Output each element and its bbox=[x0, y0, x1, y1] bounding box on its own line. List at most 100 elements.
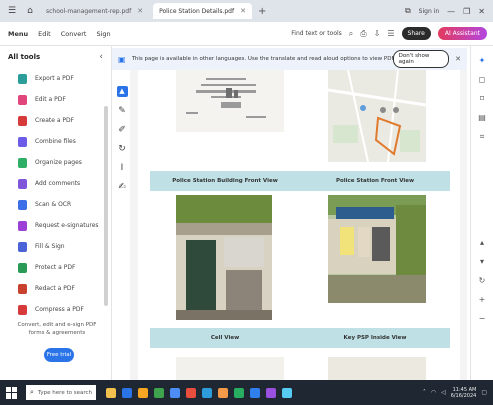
system-tray: ˄ ◠ ◁ 11:45 AM 6/16/2024 ▢ bbox=[423, 387, 493, 399]
tool-item[interactable]: Combine files bbox=[0, 131, 111, 152]
taskbar-search-input[interactable]: ⌕ Type here to search bbox=[26, 385, 96, 400]
promo-text: Convert, edit and e-sign PDF forms & agr… bbox=[17, 322, 97, 336]
caption-inside-view: Key PSP Inside View bbox=[300, 328, 450, 348]
workspaces-icon[interactable]: ⌂ bbox=[24, 5, 36, 17]
bookmark-icon[interactable]: ⌑ bbox=[480, 94, 484, 103]
tool-item[interactable]: Redact a PDF bbox=[0, 278, 111, 299]
sign-in-button[interactable]: Sign in bbox=[419, 8, 439, 15]
panel-title: All tools bbox=[8, 53, 41, 61]
info-icon: ▣ bbox=[118, 54, 126, 64]
search-icon[interactable]: ⌕ bbox=[349, 29, 353, 39]
menu-convert[interactable]: Convert bbox=[61, 30, 87, 38]
tool-item[interactable]: Protect a PDF bbox=[0, 257, 111, 278]
minimize-button[interactable]: — bbox=[447, 7, 455, 16]
taskbar-app-icon[interactable] bbox=[122, 387, 132, 398]
comment-icon[interactable]: ◻ bbox=[479, 75, 486, 84]
new-tab-button[interactable]: + bbox=[258, 6, 266, 17]
taskbar-app-icon[interactable] bbox=[186, 387, 196, 398]
tool-icon bbox=[18, 157, 27, 168]
tool-item[interactable]: Fill & Sign bbox=[0, 236, 111, 257]
taskbar-app-icon[interactable] bbox=[138, 387, 148, 398]
draw-tool-icon[interactable]: ↻ bbox=[118, 144, 126, 154]
volume-icon[interactable]: ◁ bbox=[441, 389, 446, 396]
page-up-icon[interactable]: ▴ bbox=[480, 238, 484, 247]
tool-label: Add comments bbox=[35, 180, 81, 187]
tool-item[interactable]: Add comments bbox=[0, 173, 111, 194]
tool-label: Export a PDF bbox=[35, 75, 74, 82]
taskbar-app-icon[interactable] bbox=[154, 387, 164, 398]
caption-cell-view: Cell View bbox=[150, 328, 300, 348]
taskbar-app-icon[interactable] bbox=[266, 387, 276, 398]
panel-header: All tools ‹ bbox=[0, 46, 111, 68]
tool-label: Protect a PDF bbox=[35, 264, 76, 271]
zoom-in-icon[interactable]: + bbox=[479, 295, 486, 304]
text-tool-icon[interactable]: Ⅰ bbox=[121, 163, 124, 173]
taskbar-app-icon[interactable] bbox=[202, 387, 212, 398]
tool-item[interactable]: Request e-signatures bbox=[0, 215, 111, 236]
collapse-panel-icon[interactable]: ‹ bbox=[99, 52, 103, 62]
tool-icon bbox=[18, 136, 27, 147]
free-trial-button[interactable]: Free trial bbox=[44, 348, 74, 362]
panel-scrollbar[interactable] bbox=[104, 106, 108, 306]
tool-item[interactable]: Edit a PDF bbox=[0, 89, 111, 110]
chevron-up-icon[interactable]: ˄ bbox=[423, 389, 426, 396]
page-down-icon[interactable]: ▾ bbox=[480, 257, 484, 266]
tool-item[interactable]: Export a PDF bbox=[0, 68, 111, 89]
highlight-tool-icon[interactable]: ✐ bbox=[118, 125, 126, 135]
network-icon[interactable]: ◠ bbox=[431, 389, 436, 396]
menu-edit[interactable]: Edit bbox=[38, 30, 51, 38]
partial-photo-right bbox=[328, 357, 426, 380]
find-text-button[interactable]: Find text or tools bbox=[291, 30, 341, 37]
clock-date: 6/16/2024 bbox=[450, 392, 477, 399]
tool-icon bbox=[18, 73, 27, 84]
tab-school-report[interactable]: school-management-rep.pdf ✕ bbox=[40, 3, 149, 19]
tool-item[interactable]: Scan & OCR bbox=[0, 194, 111, 215]
dont-show-again-button[interactable]: Don't show again bbox=[392, 50, 450, 68]
menu-main[interactable]: Menu bbox=[8, 30, 28, 38]
tool-item[interactable]: Compress a PDF bbox=[0, 299, 111, 320]
map-photo bbox=[328, 70, 426, 162]
taskbar-app-icon[interactable] bbox=[218, 387, 228, 398]
print-icon[interactable]: ⎙ bbox=[360, 29, 366, 39]
close-window-button[interactable]: ✕ bbox=[478, 7, 485, 16]
pinned-apps bbox=[106, 387, 292, 398]
taskbar-app-icon[interactable] bbox=[106, 387, 116, 398]
taskbar-app-icon[interactable] bbox=[250, 387, 260, 398]
acrobat-toolbar: Menu Edit Convert Sign Find text or tool… bbox=[0, 22, 493, 46]
tab-police-station[interactable]: Police Station Details.pdf ✕ bbox=[153, 3, 252, 19]
ai-assistant-button[interactable]: AI Assistant bbox=[437, 27, 487, 40]
taskbar-app-icon[interactable] bbox=[234, 387, 244, 398]
select-tool-icon[interactable]: ▲ bbox=[116, 86, 128, 97]
restore-button[interactable]: ❐ bbox=[463, 7, 470, 16]
close-tab-icon[interactable]: ✕ bbox=[240, 7, 246, 15]
tool-icon bbox=[18, 94, 27, 105]
comment-tool-icon[interactable]: ✎ bbox=[118, 106, 126, 116]
attachment-icon[interactable]: ⌗ bbox=[480, 132, 485, 141]
extensions-icon[interactable]: ⧉ bbox=[405, 6, 411, 16]
tool-label: Create a PDF bbox=[35, 117, 75, 124]
pages-icon[interactable]: ▤ bbox=[478, 113, 486, 122]
tool-item[interactable]: Organize pages bbox=[0, 152, 111, 173]
sign-tool-icon[interactable]: ✍ bbox=[118, 182, 126, 192]
menu-sign[interactable]: Sign bbox=[96, 30, 110, 38]
save-icon[interactable]: ⇩ bbox=[374, 29, 381, 38]
windows-taskbar: ⌕ Type here to search ˄ ◠ ◁ 11:45 AM 6/1… bbox=[0, 380, 493, 405]
close-banner-icon[interactable]: ✕ bbox=[455, 55, 461, 63]
taskbar-clock[interactable]: 11:45 AM 6/16/2024 bbox=[451, 387, 477, 399]
toolbar-actions: Find text or tools ⌕ ⎙ ⇩ ☰ Share AI Assi… bbox=[291, 27, 493, 40]
share-button[interactable]: Share bbox=[401, 27, 431, 40]
more-icon[interactable]: ☰ bbox=[387, 29, 394, 38]
taskbar-app-icon[interactable] bbox=[282, 387, 292, 398]
close-tab-icon[interactable]: ✕ bbox=[137, 7, 143, 15]
taskbar-app-icon[interactable] bbox=[170, 387, 180, 398]
notifications-icon[interactable]: ▢ bbox=[481, 389, 487, 396]
ai-icon[interactable]: ✦ bbox=[479, 56, 486, 65]
tool-item[interactable]: Create a PDF bbox=[0, 110, 111, 131]
tool-icon bbox=[18, 115, 27, 126]
zoom-out-icon[interactable]: − bbox=[479, 314, 486, 323]
windows-start-icon[interactable] bbox=[6, 386, 18, 399]
rotate-icon[interactable]: ↻ bbox=[479, 276, 486, 285]
tool-label: Organize pages bbox=[35, 159, 82, 166]
tab-actions-icon[interactable]: ☰ bbox=[6, 5, 18, 17]
taskbar-search-placeholder: Type here to search bbox=[37, 389, 92, 396]
